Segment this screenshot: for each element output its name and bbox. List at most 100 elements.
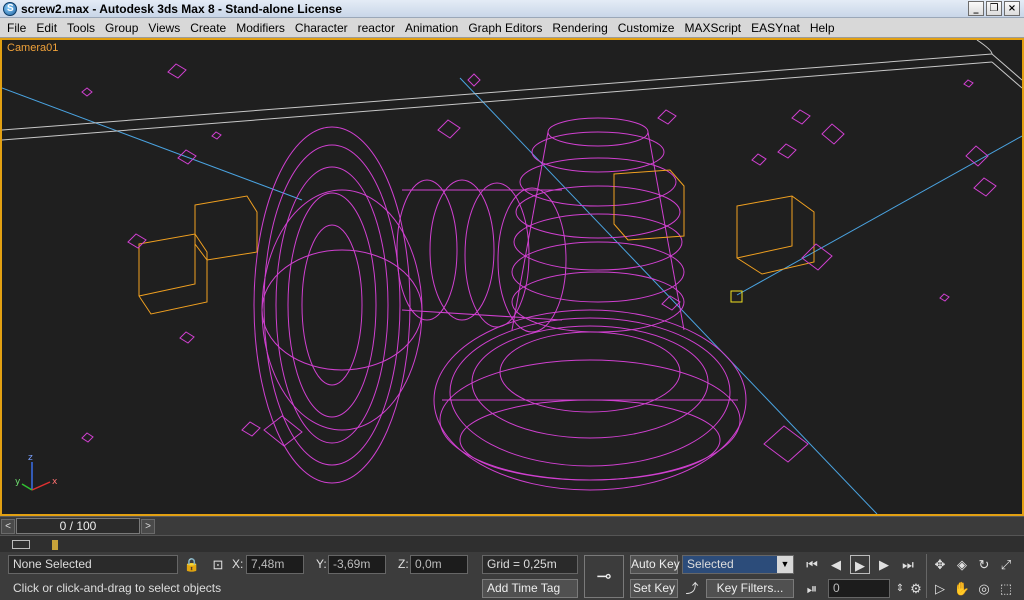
menu-views[interactable]: Views <box>143 18 185 38</box>
track-bar[interactable] <box>0 535 1024 552</box>
particle <box>763 425 809 463</box>
status-bar: None Selected Click or click-and-drag to… <box>0 552 1024 600</box>
menu-help[interactable]: Help <box>805 18 840 38</box>
axis-y-label: y <box>15 477 21 487</box>
wire-ring <box>439 359 741 481</box>
wire-ring <box>429 179 495 321</box>
close-button[interactable]: × <box>1004 1 1020 16</box>
particle <box>437 119 461 139</box>
menu-graph-editors[interactable]: Graph Editors <box>463 18 547 38</box>
viewport-label[interactable]: Camera01 <box>7 42 58 54</box>
zoom-icon[interactable]: ✥ <box>930 555 950 574</box>
light-boxes <box>138 169 815 315</box>
set-key-button[interactable]: Set Key <box>630 579 678 598</box>
particle <box>965 145 989 167</box>
x-coordinate-field[interactable]: 7,48m <box>246 555 304 574</box>
minimize-button[interactable]: _ <box>968 1 984 16</box>
ground-edge <box>2 61 993 141</box>
key-filters-button[interactable]: Key Filters... <box>706 579 794 598</box>
viewport-scene: z x y <box>2 40 1022 514</box>
y-coordinate-field[interactable]: -3,69m <box>328 555 386 574</box>
time-next-button[interactable]: > <box>141 519 155 534</box>
auto-key-button[interactable]: Auto Key <box>630 555 680 574</box>
orbit-icon[interactable]: ↻ <box>974 555 994 574</box>
particle <box>657 109 677 125</box>
axis-x-label: x <box>52 477 58 487</box>
menu-rendering[interactable]: Rendering <box>547 18 612 38</box>
previous-frame-icon[interactable]: ◀ <box>826 555 846 574</box>
chevron-down-icon[interactable]: ▼ <box>777 556 793 573</box>
wire-ring <box>515 185 681 239</box>
menu-modifiers[interactable]: Modifiers <box>231 18 290 38</box>
go-to-end-icon[interactable]: ⏭ <box>898 555 918 574</box>
menu-tools[interactable]: Tools <box>62 18 100 38</box>
key-tangent-icon[interactable]: ⤴ <box>682 579 702 598</box>
key-mode-dropdown[interactable]: Selected ▼ <box>682 555 794 574</box>
grid-size-display: Grid = 0,25m <box>482 555 578 574</box>
time-prev-button[interactable]: < <box>1 519 15 534</box>
camera-viewport[interactable]: z x y Camera01 <box>0 38 1024 516</box>
z-label: Z: <box>398 557 409 571</box>
ground-edge <box>2 53 993 131</box>
pan-hand-icon[interactable]: ✋ <box>952 579 972 598</box>
menu-character[interactable]: Character <box>290 18 353 38</box>
current-frame-field[interactable]: 0 <box>828 579 890 598</box>
field-of-view-icon[interactable]: ▷ <box>930 579 950 598</box>
wire-ring <box>449 317 731 467</box>
menu-customize[interactable]: Customize <box>613 18 680 38</box>
particle <box>801 243 833 271</box>
menu-reactor[interactable]: reactor <box>353 18 400 38</box>
next-frame-icon[interactable]: ▶ <box>874 555 894 574</box>
particle <box>751 153 767 166</box>
wire-ring <box>471 325 709 439</box>
screw-head-wireframe <box>253 126 423 484</box>
base-torus-wireframe <box>433 309 747 491</box>
title-bar: S screw2.max - Autodesk 3ds Max 8 - Stan… <box>0 0 1024 18</box>
time-configuration-icon[interactable]: ⚙ <box>906 579 926 598</box>
menu-maxscript[interactable]: MAXScript <box>679 18 746 38</box>
menu-bar: File Edit Tools Group Views Create Modif… <box>0 18 1024 38</box>
particle <box>973 177 997 197</box>
wire-ring <box>519 157 677 207</box>
scene-guides <box>2 77 1022 514</box>
add-time-tag-button[interactable]: Add Time Tag <box>482 579 578 598</box>
particle <box>777 143 797 159</box>
track-bar-toggle-icon[interactable] <box>12 540 30 549</box>
app-icon-letter: S <box>7 3 14 14</box>
z-coordinate-field[interactable]: 0,0m <box>410 555 468 574</box>
maximize-viewport-icon[interactable]: ⤢ <box>996 555 1016 574</box>
axis-gizmo: z x y <box>15 453 58 491</box>
menu-file[interactable]: File <box>2 18 31 38</box>
particle <box>167 63 187 79</box>
menu-animation[interactable]: Animation <box>400 18 463 38</box>
particle <box>963 79 974 88</box>
arc-rotate-icon[interactable]: ◎ <box>974 579 994 598</box>
zoom-all-icon[interactable]: ◈ <box>952 555 972 574</box>
restore-button[interactable]: ❐ <box>986 1 1002 16</box>
time-slider-thumb[interactable]: 0 / 100 <box>16 518 140 534</box>
time-marker[interactable] <box>52 540 58 550</box>
menu-easynat[interactable]: EASYnat <box>746 18 805 38</box>
absolute-mode-icon[interactable]: ⊡ <box>208 555 228 574</box>
set-key-toggle-icon[interactable]: ⊸ <box>584 555 624 598</box>
ground-corner <box>976 40 1022 89</box>
window-title: screw2.max - Autodesk 3ds Max 8 - Stand-… <box>21 2 342 16</box>
min-max-toggle-icon[interactable]: ⬚ <box>996 579 1016 598</box>
menu-group[interactable]: Group <box>100 18 143 38</box>
time-slider[interactable]: < 0 / 100 > <box>0 516 1024 535</box>
wire-ring <box>275 166 389 444</box>
app-icon[interactable]: S <box>3 2 17 16</box>
lock-selection-icon[interactable]: 🔒 <box>182 555 202 574</box>
play-icon[interactable]: ▶ <box>850 555 870 574</box>
wire-ring <box>301 224 363 386</box>
particle <box>241 421 261 437</box>
ground-plane <box>2 40 1022 141</box>
prompt-line: Click or click-and-drag to select object… <box>8 579 478 598</box>
menu-create[interactable]: Create <box>185 18 231 38</box>
go-to-start-icon[interactable]: ⏮ <box>802 555 822 574</box>
particle <box>939 293 950 302</box>
x-label: X: <box>232 557 244 571</box>
light-box <box>194 195 258 261</box>
menu-edit[interactable]: Edit <box>31 18 62 38</box>
key-mode-toggle-icon[interactable]: ⏯ <box>802 579 822 598</box>
